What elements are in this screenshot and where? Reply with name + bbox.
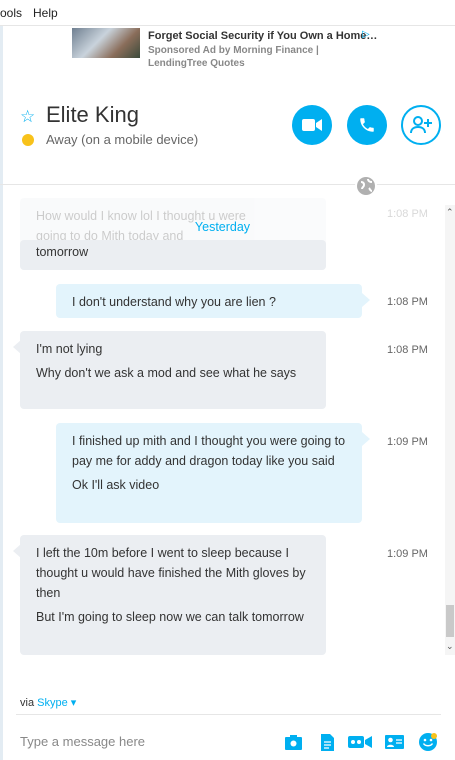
bubble-tail	[13, 340, 21, 354]
ad-subtitle: Sponsored Ad by Morning Finance | Lendin…	[148, 45, 319, 69]
chevron-down-icon[interactable]: ▾	[71, 697, 77, 709]
video-call-button[interactable]	[292, 105, 332, 145]
ad-choices-icon[interactable]: ▷	[362, 29, 370, 40]
send-file-icon[interactable]	[318, 733, 336, 751]
send-contact-icon[interactable]	[384, 733, 404, 751]
message-text: I'm not lying	[36, 342, 103, 356]
message-bubble-outgoing[interactable]: I don't understand why you are lien ?	[56, 284, 362, 318]
bubble-tail	[362, 432, 370, 446]
message-text: I finished up mith and I thought you wer…	[72, 434, 346, 468]
via-skype: via Skype ▾	[20, 696, 76, 709]
message-input[interactable]: Type a message here	[20, 734, 145, 749]
sponsored-ad[interactable]: Forget Social Security if You Own a Home…	[72, 28, 382, 72]
message-text: Ok I'll ask video	[72, 478, 160, 492]
contact-name[interactable]: Elite King	[46, 102, 139, 128]
message-bubble-outgoing[interactable]: I finished up mith and I thought you wer…	[56, 423, 362, 523]
video-message-icon[interactable]	[348, 733, 372, 751]
send-photo-icon[interactable]	[284, 733, 302, 751]
chat-history: How would I know lol I thought u were go…	[0, 196, 445, 676]
scroll-thumb[interactable]	[446, 605, 454, 637]
message-bubble-incoming-partial: tomorrow	[20, 240, 326, 270]
message-time: 1:09 PM	[387, 548, 428, 560]
menu-item-tools[interactable]: ools	[0, 6, 22, 20]
away-status-icon	[22, 134, 34, 146]
via-skype-dropdown[interactable]: Skype	[37, 697, 68, 709]
scroll-up-arrow-icon[interactable]: ⌃	[446, 207, 454, 218]
add-contact-button[interactable]	[401, 105, 441, 145]
message-text: I left the 10m before I went to sleep be…	[36, 546, 306, 600]
scroll-down-arrow-icon[interactable]: ⌄	[446, 641, 454, 652]
conversation-header: ☆ Elite King Away (on a mobile device)	[0, 78, 455, 186]
video-camera-icon	[302, 119, 322, 131]
contact-status: Away (on a mobile device)	[46, 132, 199, 147]
ad-thumbnail-image	[72, 28, 140, 58]
message-text: But I'm going to sleep now we can talk t…	[36, 610, 304, 624]
message-line: tomorrow	[36, 245, 89, 259]
date-separator: Yesterday	[194, 220, 251, 234]
message-bubble-incoming[interactable]: I'm not lying Why don't we ask a mod and…	[20, 331, 326, 409]
message-time: 1:08 PM	[387, 296, 428, 308]
via-label: via	[20, 697, 35, 709]
emoticon-icon[interactable]	[418, 733, 438, 751]
audio-call-button[interactable]	[347, 105, 387, 145]
bubble-tail	[13, 544, 21, 558]
message-time-faded: 1:08 PM	[387, 208, 428, 220]
phone-icon	[360, 118, 374, 132]
header-divider	[0, 184, 455, 185]
message-text: I don't understand why you are lien ?	[72, 295, 276, 309]
menu-bar: ools Help	[0, 0, 455, 26]
chat-scrollbar[interactable]: ⌃ ⌄	[445, 205, 455, 655]
ad-title[interactable]: Forget Social Security if You Own a Home…	[148, 30, 377, 42]
message-text: Why don't we ask a mod and see what he s…	[36, 366, 297, 380]
translator-globe-icon[interactable]	[355, 175, 377, 197]
add-person-icon	[410, 116, 432, 134]
message-time: 1:08 PM	[387, 344, 428, 356]
menu-item-help[interactable]: Help	[33, 6, 58, 20]
message-time: 1:09 PM	[387, 436, 428, 448]
compose-divider	[16, 714, 441, 715]
bubble-tail	[362, 293, 370, 307]
favorite-star-icon[interactable]: ☆	[20, 107, 35, 127]
message-bubble-incoming[interactable]: I left the 10m before I went to sleep be…	[20, 535, 326, 655]
